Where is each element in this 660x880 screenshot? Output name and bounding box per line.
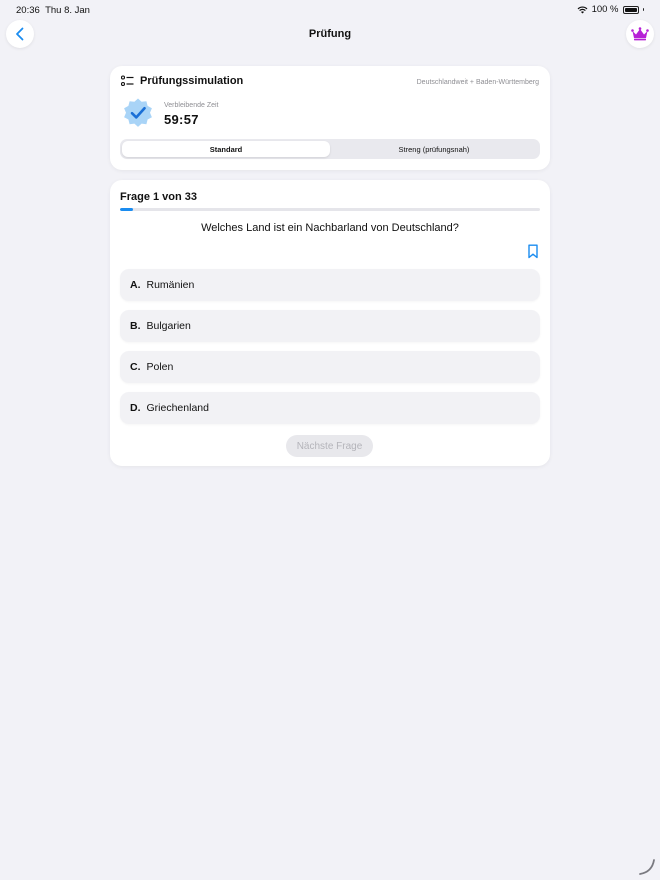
crown-icon (631, 27, 649, 41)
battery-percent: 100 % (591, 4, 619, 15)
region-label: Deutschlandweit + Baden-Württemberg (416, 79, 539, 86)
corner-resize-icon (639, 859, 655, 875)
question-text: Welches Land ist ein Nachbarland von Deu… (201, 222, 459, 234)
bookmark-button[interactable] (527, 244, 539, 259)
timer-label: Verbleibende Zeit (164, 102, 219, 109)
mode-strict-segment[interactable]: Streng (prüfungsnah) (330, 141, 538, 157)
question-progress-bar (120, 208, 540, 211)
answer-option-d[interactable]: D. Griechenland (120, 392, 540, 424)
answer-letter: D. (130, 402, 141, 414)
answer-letter: B. (130, 320, 141, 332)
timer-value: 59:57 (164, 112, 199, 127)
answer-letter: C. (130, 361, 141, 373)
answer-text: Griechenland (146, 402, 209, 414)
status-indicators: 100 % (577, 4, 644, 15)
status-time: 20:36 (16, 5, 40, 16)
simulation-title: Prüfungssimulation (140, 75, 244, 87)
battery-tip (642, 8, 644, 11)
next-question-button[interactable]: Nächste Frage (286, 435, 373, 457)
status-date: Thu 8. Jan (45, 5, 90, 16)
checklist-icon (121, 75, 134, 87)
mode-standard-segment[interactable]: Standard (122, 141, 330, 157)
answer-text: Polen (146, 361, 174, 373)
premium-button[interactable] (626, 20, 654, 48)
simulation-card: Prüfungssimulation Deutschlandweit + Bad… (110, 66, 550, 170)
wifi-icon (577, 6, 587, 13)
question-progress-label: Frage 1 von 33 (120, 191, 198, 203)
question-progress-fill (120, 208, 133, 211)
answer-option-b[interactable]: B. Bulgarien (120, 310, 540, 342)
answer-letter: A. (130, 279, 141, 291)
page-title: Prüfung (308, 28, 352, 40)
answer-option-c[interactable]: C. Polen (120, 351, 540, 383)
question-card: Frage 1 von 33 Welches Land ist ein Nach… (110, 180, 550, 466)
simulation-header: Prüfungssimulation (121, 75, 243, 87)
battery-icon (622, 5, 639, 14)
status-time-date: 20:36 Thu 8. Jan (16, 5, 90, 16)
verified-badge-icon (122, 97, 154, 129)
status-bar: 20:36 Thu 8. Jan 100 % (0, 0, 660, 20)
bookmark-icon (528, 244, 538, 259)
answer-option-a[interactable]: A. Rumänien (120, 269, 540, 301)
answer-text: Bulgarien (146, 320, 191, 332)
answer-text: Rumänien (146, 279, 195, 291)
mode-segmented-control: Standard Streng (prüfungsnah) (120, 139, 540, 159)
